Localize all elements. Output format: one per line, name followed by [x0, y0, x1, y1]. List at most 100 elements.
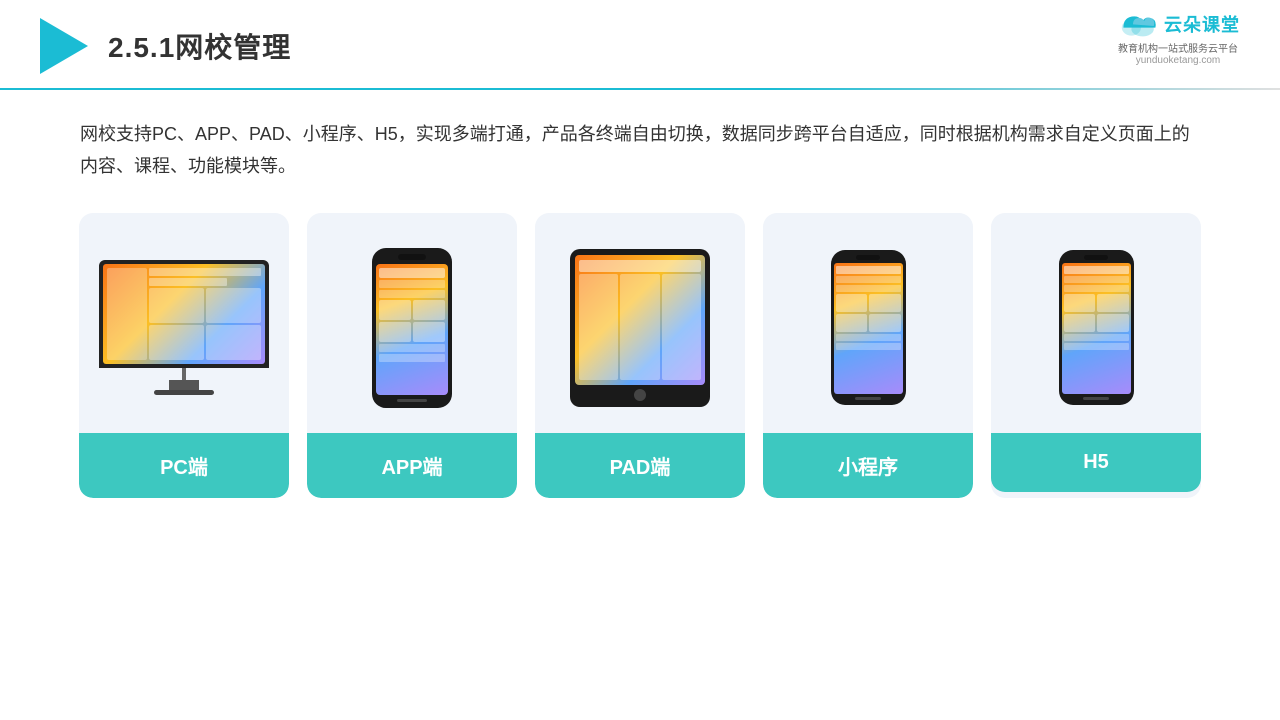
card-pad-image: [535, 213, 745, 433]
mini-phone-screen-inner-h5: [1062, 263, 1131, 394]
phone-row-2: [379, 290, 445, 298]
mini-bar-h5-1: [1064, 266, 1129, 274]
phone-grid-item-4: [413, 322, 445, 342]
mini-row-h5-4: [1064, 343, 1129, 350]
card-h5: H5: [991, 213, 1201, 498]
card-mini-program-label: 小程序: [763, 433, 973, 498]
mini-grid-item-h5-1: [1064, 294, 1096, 312]
pc-bar-1: [149, 268, 261, 276]
page-title: 2.5.1网校管理: [108, 26, 291, 66]
pc-neck: [182, 368, 186, 380]
tablet-top-bar: [579, 260, 701, 272]
mini-phone-screen-h5: [1062, 263, 1131, 394]
pc-stand: [169, 380, 199, 390]
phone-home-bar-app: [397, 399, 427, 402]
tablet-content: [579, 274, 701, 380]
pc-screen-outer: [99, 260, 269, 368]
mini-grid-item-h5-2: [1097, 294, 1129, 312]
logo-triangle: [40, 18, 88, 74]
phone-grid-app: [379, 300, 445, 342]
card-pc-label: PC端: [79, 433, 289, 498]
pc-bar-2: [149, 278, 227, 286]
mini-grid-mp: [836, 294, 901, 332]
cloud-icon: [1116, 10, 1158, 38]
pc-card-mini-4: [206, 325, 261, 360]
pc-screen-content: [103, 264, 265, 364]
tablet-screen: [575, 255, 705, 385]
pc-base: [154, 390, 214, 395]
phone-screen-overlay-app: [376, 264, 448, 395]
tablet-col-2: [620, 274, 659, 380]
description-text: 网校支持PC、APP、PAD、小程序、H5，实现多端打通，产品各终端自由切换，数…: [0, 90, 1280, 183]
mini-phone-mockup-h5: [1059, 250, 1134, 405]
mini-grid-item-h5-3: [1064, 314, 1096, 332]
mini-grid-item-mp-4: [869, 314, 901, 332]
mini-phone-notch-mp: [856, 255, 880, 260]
mini-row-h5-3: [1064, 334, 1129, 341]
mini-phone-screen-mp: [834, 263, 903, 394]
pc-card-mini-3: [149, 325, 204, 360]
phone-grid-item-3: [379, 322, 411, 342]
mini-grid-item-mp-1: [836, 294, 868, 312]
card-mini-program: 小程序: [763, 213, 973, 498]
phone-grid-item-2: [413, 300, 445, 320]
description-content: 网校支持PC、APP、PAD、小程序、H5，实现多端打通，产品各终端自由切换，数…: [80, 124, 1190, 176]
mini-row-mp-2: [836, 285, 901, 292]
phone-mockup-app: [372, 248, 452, 408]
mini-row-h5-1: [1064, 276, 1129, 283]
phone-row-4: [379, 354, 445, 362]
pc-mockup: [94, 260, 274, 395]
card-h5-image: [991, 213, 1201, 433]
phone-content-rows-app: [379, 280, 445, 391]
mini-grid-item-h5-4: [1097, 314, 1129, 332]
phone-notch-app: [398, 254, 426, 260]
pc-main-mock: [149, 268, 261, 360]
mini-rows-mp: [836, 276, 901, 391]
mini-row-mp-1: [836, 276, 901, 283]
mini-grid-h5: [1064, 294, 1129, 332]
tablet-overlay: [575, 255, 705, 385]
pc-cards-mock: [149, 288, 261, 360]
phone-grid-item-1: [379, 300, 411, 320]
phone-row-3: [379, 344, 445, 352]
tablet-home-btn: [634, 389, 646, 401]
mini-home-bar-h5: [1083, 397, 1109, 400]
mini-row-mp-4: [836, 343, 901, 350]
cards-section: PC端: [0, 183, 1280, 498]
brand-logo: 云朵课堂 教育机构一站式服务云平台 yunduoketang.com: [1116, 10, 1240, 66]
card-app: APP端: [307, 213, 517, 498]
mini-phone-screen-inner-mp: [834, 263, 903, 394]
card-pc: PC端: [79, 213, 289, 498]
card-pc-image: [79, 213, 289, 433]
card-pad: PAD端: [535, 213, 745, 498]
mini-grid-item-mp-2: [869, 294, 901, 312]
header: 2.5.1网校管理 云朵课堂 教育机构一站式服务云平台 yunduoketang…: [0, 0, 1280, 74]
tablet-col-1: [579, 274, 618, 380]
mini-phone-notch-h5: [1084, 255, 1108, 260]
pc-card-mini-1: [149, 288, 204, 323]
card-app-label: APP端: [307, 433, 517, 498]
pc-sidebar-mock: [107, 268, 147, 360]
mini-rows-h5: [1064, 276, 1129, 391]
mini-grid-item-mp-3: [836, 314, 868, 332]
mini-home-bar-mp: [855, 397, 881, 400]
card-pad-label: PAD端: [535, 433, 745, 498]
brand-tagline: 教育机构一站式服务云平台: [1118, 40, 1238, 55]
phone-screen-app: [376, 264, 448, 395]
card-app-image: [307, 213, 517, 433]
mini-row-mp-3: [836, 334, 901, 341]
phone-row-1: [379, 280, 445, 288]
phone-header-bar-app: [379, 268, 445, 278]
brand-name: 云朵课堂: [1164, 11, 1240, 37]
tablet-mockup: [570, 249, 710, 407]
card-h5-label: H5: [991, 433, 1201, 492]
tablet-col-3: [662, 274, 701, 380]
pc-card-mini-2: [206, 288, 261, 323]
pc-screen-inner: [103, 264, 265, 364]
brand-url: yunduoketang.com: [1136, 55, 1221, 66]
mini-row-h5-2: [1064, 285, 1129, 292]
brand-logo-inner: 云朵课堂: [1116, 10, 1240, 38]
mini-phone-mockup-mp: [831, 250, 906, 405]
mini-bar-mp-1: [836, 266, 901, 274]
card-mini-program-image: [763, 213, 973, 433]
